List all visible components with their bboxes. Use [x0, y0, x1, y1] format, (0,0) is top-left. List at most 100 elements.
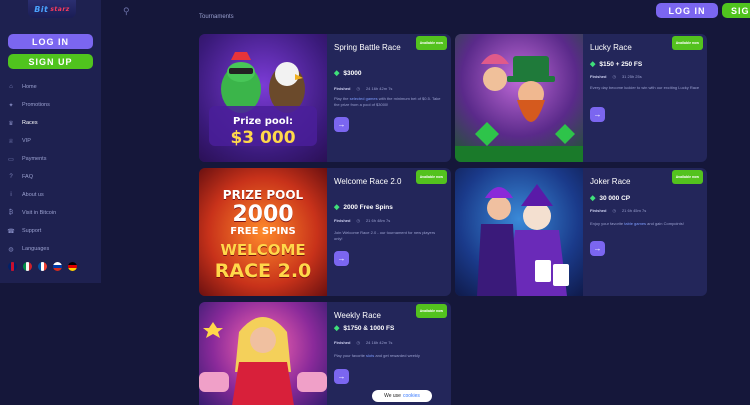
search-icon[interactable]: ⚲	[123, 6, 133, 16]
race-title: Lucky Race	[590, 43, 632, 52]
race-card-body: Welcome Race 2.0 ◆ 2000 Free Spins Finish…	[334, 168, 451, 296]
race-status: Finished	[590, 74, 607, 79]
sidebar-item-label: FAQ	[22, 174, 34, 180]
open-race-button[interactable]: →	[334, 251, 349, 266]
flag-uk-icon[interactable]	[8, 262, 17, 271]
sidebar-item-label: Payments	[22, 156, 47, 162]
race-prize: ◆ $3000	[334, 69, 361, 78]
sidebar-nav: ⌂ Home ✦ Promotions ♛ Races ♕ VIP ▭ Payments …	[7, 78, 97, 258]
question-icon: ?	[9, 174, 13, 180]
clock-icon: ◷	[612, 208, 616, 213]
art-line-2: $3 000	[230, 128, 296, 148]
race-card-body: Joker Race ◆ 30 000 CP Finished ◷ 21 6h 45m…	[590, 168, 707, 296]
gem-icon: ◆	[334, 204, 340, 211]
sidebar-item-vip[interactable]: ♕ VIP	[7, 132, 97, 150]
sidebar-item-languages[interactable]: ◍ Languages	[7, 240, 97, 258]
sidebar-item-label: Visit in Bitcoin	[22, 210, 57, 216]
race-description: Join Welcome Race 2.0 - our tournament f…	[334, 230, 444, 241]
prize-value: 30 000 CP	[599, 194, 631, 202]
sidebar-item-support[interactable]: ☎ Support	[7, 222, 97, 240]
race-meta: Finished ◷ 21 6h 45m 7s	[590, 208, 646, 213]
flag-it-icon[interactable]	[23, 262, 32, 271]
race-title: Welcome Race 2.0	[334, 177, 402, 186]
flag-de-icon[interactable]	[68, 262, 77, 271]
race-description: Play your favorite slots and get rewarde…	[334, 353, 444, 359]
prize-value: $1750 & 1000 FS	[343, 324, 395, 332]
page: Bit starz LOG IN SIGN UP ⌂ Home ✦ Promotion…	[0, 0, 750, 405]
sidebar-item-label: Languages	[22, 246, 50, 252]
login-button[interactable]: LOG IN	[8, 34, 93, 49]
card-icon: ▭	[8, 156, 14, 163]
open-race-button[interactable]: →	[590, 241, 605, 256]
desc-text: Every day become luckier to win with our…	[590, 85, 700, 90]
race-card-body: Lucky Race ◆ $150 + 250 FS Finished ◷ 31 25…	[590, 34, 707, 162]
sidebar-item-promotions[interactable]: ✦ Promotions	[7, 96, 97, 114]
sidebar-item-label: Support	[22, 228, 42, 234]
art-line-1: Prize pool:	[232, 116, 294, 127]
sidebar-item-about[interactable]: i About us	[7, 186, 97, 204]
clock-icon: ◷	[356, 340, 360, 345]
gem-icon: ◆	[334, 70, 340, 77]
globe-icon: ◍	[8, 246, 14, 253]
header-login-button[interactable]: LOG IN	[656, 3, 718, 18]
open-race-button[interactable]: →	[334, 117, 349, 132]
race-time: 21 6h 48m 7s	[365, 218, 391, 223]
sidebar-item-bitcoin[interactable]: ₿ Visit in Bitcoin	[7, 204, 97, 222]
gem-icon: ◆	[334, 325, 340, 332]
sidebar-item-label: VIP	[22, 138, 31, 144]
race-card-spring-battle[interactable]: Prize pool: $3 000 Available now Spring …	[199, 34, 451, 162]
desc-link[interactable]: table games	[624, 221, 646, 226]
desc-link[interactable]: selected games	[350, 96, 378, 101]
art-line-5: RACE 2.0	[214, 260, 312, 282]
race-card-welcome[interactable]: PRIZE POOL 2000 FREE SPINS WELCOME RACE …	[199, 168, 451, 296]
race-time: 24 16h 42m 7s	[365, 340, 393, 345]
clock-icon: ◷	[356, 218, 360, 223]
race-title: Spring Battle Race	[334, 43, 401, 52]
home-icon: ⌂	[9, 84, 13, 90]
support-icon: ☎	[7, 228, 15, 235]
desc-link[interactable]: slots	[366, 353, 374, 358]
art-line-3: FREE SPINS	[230, 226, 296, 237]
race-time: 24 16h 42m 7s	[365, 86, 393, 91]
signup-button[interactable]: SIGN UP	[8, 54, 93, 69]
open-race-button[interactable]: →	[590, 107, 605, 122]
sidebar-item-races[interactable]: ♛ Races	[7, 114, 97, 132]
race-card-body: Spring Battle Race ◆ $3000 Finished ◷ 24 16…	[334, 34, 451, 162]
sidebar-item-label: Promotions	[22, 102, 50, 108]
gem-icon: ◆	[590, 195, 596, 202]
sidebar-item-payments[interactable]: ▭ Payments	[7, 150, 97, 168]
sidebar-item-faq[interactable]: ? FAQ	[7, 168, 97, 186]
race-prize: ◆ 30 000 CP	[590, 194, 631, 203]
sidebar-item-label: Home	[22, 84, 37, 90]
flag-ru-icon[interactable]	[53, 262, 62, 271]
bitcoin-icon: ₿	[8, 210, 14, 216]
cookie-link[interactable]: cookies	[403, 393, 420, 399]
leprechaun-art	[455, 54, 583, 162]
race-prize: ◆ $150 + 250 FS	[590, 60, 642, 69]
race-meta: Finished ◷ 21 6h 48m 7s	[334, 218, 390, 223]
info-icon: i	[10, 192, 12, 198]
race-title: Joker Race	[590, 177, 631, 186]
sidebar-item-home[interactable]: ⌂ Home	[7, 78, 97, 96]
race-status: Finished	[334, 86, 351, 91]
desc-text: Join Welcome Race 2.0 - our tournament f…	[334, 230, 436, 241]
race-time: 21 6h 45m 7s	[621, 208, 647, 213]
race-card-joker[interactable]: Available now Joker Race ◆ 30 000 CP Fini…	[455, 168, 707, 296]
desc-text: and get rewarded weekly	[374, 353, 420, 358]
race-prize: ◆ $1750 & 1000 FS	[334, 324, 395, 333]
open-race-button[interactable]: →	[334, 369, 349, 384]
header-signup-button[interactable]: SIGN	[722, 3, 750, 18]
race-time: 31 25h 25s	[621, 74, 642, 79]
desc-text: and gain Compoints!	[646, 221, 684, 226]
joker-art	[477, 184, 569, 296]
race-status: Finished	[334, 218, 351, 223]
logo-sub: starz	[50, 5, 70, 13]
logo[interactable]: Bit starz	[28, 0, 76, 18]
race-card-image	[455, 34, 583, 162]
cookie-notice[interactable]: We use cookies	[372, 390, 432, 402]
section-title: Tournaments	[199, 14, 234, 20]
cookie-text: We use	[384, 393, 401, 399]
flag-fr-icon[interactable]	[38, 262, 47, 271]
art-line-2: 2000	[232, 202, 294, 227]
race-card-lucky[interactable]: Available now Lucky Race ◆ $150 + 250 FS …	[455, 34, 707, 162]
